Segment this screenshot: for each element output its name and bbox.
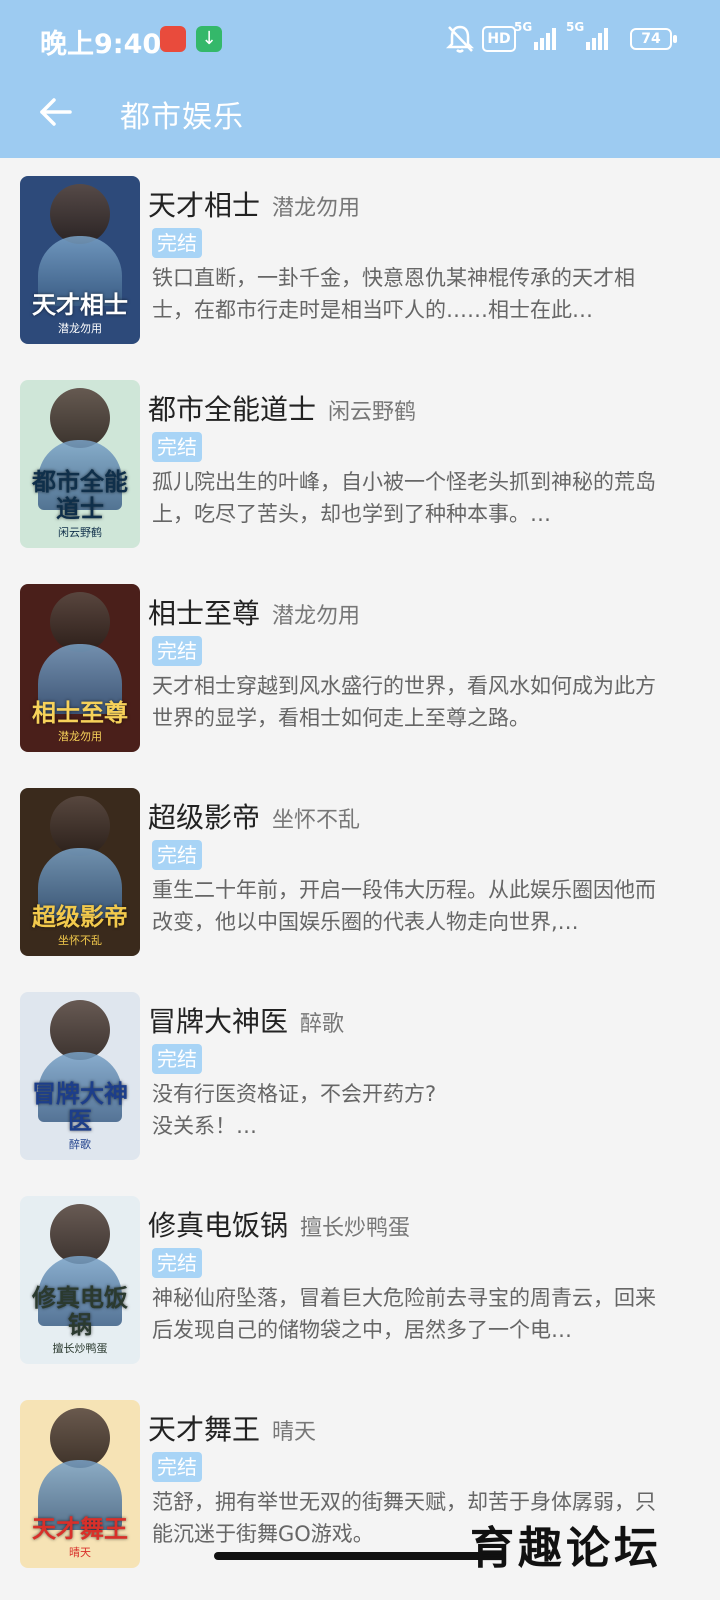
- cover-figure: [50, 388, 110, 448]
- cover-title: 天才舞王: [32, 1513, 128, 1543]
- book-cover[interactable]: 天才舞王 晴天: [20, 1400, 140, 1568]
- cover-author: 潜龙勿用: [58, 322, 102, 335]
- cover-author: 闲云野鹤: [58, 526, 102, 539]
- status-badge: 完结: [152, 636, 202, 666]
- book-description: 铁口直断，一卦千金，快意恩仇某神棍传承的天才相士，在都市行走时是相当吓人的……相…: [152, 266, 635, 322]
- book-list-item[interactable]: 冒牌大神医 醉歌 冒牌大神医 醉歌 完结 没有行医资格证，不会开药方? 没关系！…: [0, 974, 720, 1178]
- book-description: 孤儿院出生的叶峰，自小被一个怪老头抓到神秘的荒岛上，吃尽了苦头，却也学到了种种本…: [152, 470, 656, 526]
- cover-figure: [50, 1000, 110, 1060]
- cover-title: 超级影帝: [32, 901, 128, 931]
- book-title[interactable]: 都市全能道士: [148, 388, 316, 428]
- watermark-logo: 育趣论坛: [470, 1523, 662, 1574]
- app-header: 晚上9:40 ↓ HD 5G 5G 74 都市娱乐: [0, 0, 720, 158]
- cover-figure: [50, 592, 110, 652]
- network-type-1: 5G: [514, 20, 533, 34]
- book-description: 神秘仙府坠落，冒着巨大危险前去寻宝的周青云，回来后发现自己的储物袋之中，居然多了…: [152, 1286, 656, 1342]
- book-list-item[interactable]: 天才相士 潜龙勿用 天才相士 潜龙勿用 完结 铁口直断，一卦千金，快意恩仇某神棍…: [0, 158, 720, 362]
- book-author: 潜龙勿用: [272, 604, 361, 629]
- book-list-item[interactable]: 超级影帝 坐怀不乱 超级影帝 坐怀不乱 完结 重生二十年前，开启一段伟大历程。从…: [0, 770, 720, 974]
- status-badge: 完结: [152, 432, 202, 462]
- cover-author: 醉歌: [69, 1138, 91, 1151]
- book-cover[interactable]: 天才相士 潜龙勿用: [20, 176, 140, 344]
- status-badge: 完结: [152, 228, 202, 258]
- status-badge: 完结: [152, 1248, 202, 1278]
- book-title[interactable]: 相士至尊: [148, 592, 260, 632]
- book-description: 重生二十年前，开启一段伟大历程。从此娱乐圈因他而改变，他以中国娱乐圈的代表人物走…: [152, 878, 656, 934]
- status-badge: 完结: [152, 1452, 202, 1482]
- book-title[interactable]: 修真电饭锅: [148, 1204, 288, 1244]
- book-title[interactable]: 天才舞王: [148, 1408, 260, 1448]
- download-icon: ↓: [196, 26, 222, 52]
- book-title[interactable]: 天才相士: [148, 184, 260, 224]
- back-arrow-icon[interactable]: [36, 92, 76, 132]
- cover-title: 相士至尊: [32, 697, 128, 727]
- book-cover[interactable]: 超级影帝 坐怀不乱: [20, 788, 140, 956]
- book-description: 天才相士穿越到风水盛行的世界，看风水如何成为此方世界的显学，看相士如何走上至尊之…: [152, 674, 656, 730]
- book-title[interactable]: 冒牌大神医: [148, 1000, 288, 1040]
- book-cover[interactable]: 都市全能道士 闲云野鹤: [20, 380, 140, 548]
- book-cover[interactable]: 相士至尊 潜龙勿用: [20, 584, 140, 752]
- cover-author: 潜龙勿用: [58, 730, 102, 743]
- book-list-item[interactable]: 修真电饭锅 擅长炒鸭蛋 修真电饭锅 擅长炒鸭蛋 完结 神秘仙府坠落，冒着巨大危险…: [0, 1178, 720, 1382]
- book-cover[interactable]: 冒牌大神医 醉歌: [20, 992, 140, 1160]
- cover-title: 修真电饭锅: [32, 1283, 128, 1339]
- status-bar: 晚上9:40 ↓ HD 5G 5G 74: [0, 0, 720, 80]
- bell-muted-icon: [446, 25, 474, 53]
- book-author: 擅长炒鸭蛋: [300, 1216, 411, 1241]
- cover-author: 坐怀不乱: [58, 934, 102, 947]
- cover-figure: [50, 1204, 110, 1264]
- status-badge: 完结: [152, 840, 202, 870]
- book-list-item[interactable]: 相士至尊 潜龙勿用 相士至尊 潜龙勿用 完结 天才相士穿越到风水盛行的世界，看风…: [0, 566, 720, 770]
- cover-figure: [50, 1408, 110, 1468]
- app-notification-icon: [160, 26, 186, 52]
- network-type-2: 5G: [566, 20, 585, 34]
- status-badge: 完结: [152, 1044, 202, 1074]
- home-indicator[interactable]: [214, 1552, 506, 1560]
- cover-author: 擅长炒鸭蛋: [52, 1342, 108, 1355]
- cover-title: 都市全能道士: [32, 467, 128, 523]
- cover-title: 冒牌大神医: [32, 1079, 128, 1135]
- cover-figure: [50, 796, 110, 856]
- cover-author: 晴天: [69, 1546, 91, 1559]
- cover-title: 天才相士: [32, 289, 128, 319]
- page-title: 都市娱乐: [120, 100, 244, 135]
- book-description: 没有行医资格证，不会开药方? 没关系！…: [152, 1082, 437, 1138]
- book-title[interactable]: 超级影帝: [148, 796, 260, 836]
- book-cover[interactable]: 修真电饭锅 擅长炒鸭蛋: [20, 1196, 140, 1364]
- hd-voice-icon: HD: [482, 26, 516, 52]
- book-author: 醉歌: [300, 1012, 345, 1037]
- book-author: 晴天: [272, 1420, 317, 1445]
- cover-figure: [50, 184, 110, 244]
- status-time: 晚上9:40: [40, 29, 162, 60]
- battery-icon: 74: [630, 28, 677, 50]
- book-author: 潜龙勿用: [272, 196, 361, 221]
- book-author: 坐怀不乱: [272, 808, 361, 833]
- book-author: 闲云野鹤: [328, 400, 417, 425]
- book-list-item[interactable]: 都市全能道士 闲云野鹤 都市全能道士 闲云野鹤 完结 孤儿院出生的叶峰，自小被一…: [0, 362, 720, 566]
